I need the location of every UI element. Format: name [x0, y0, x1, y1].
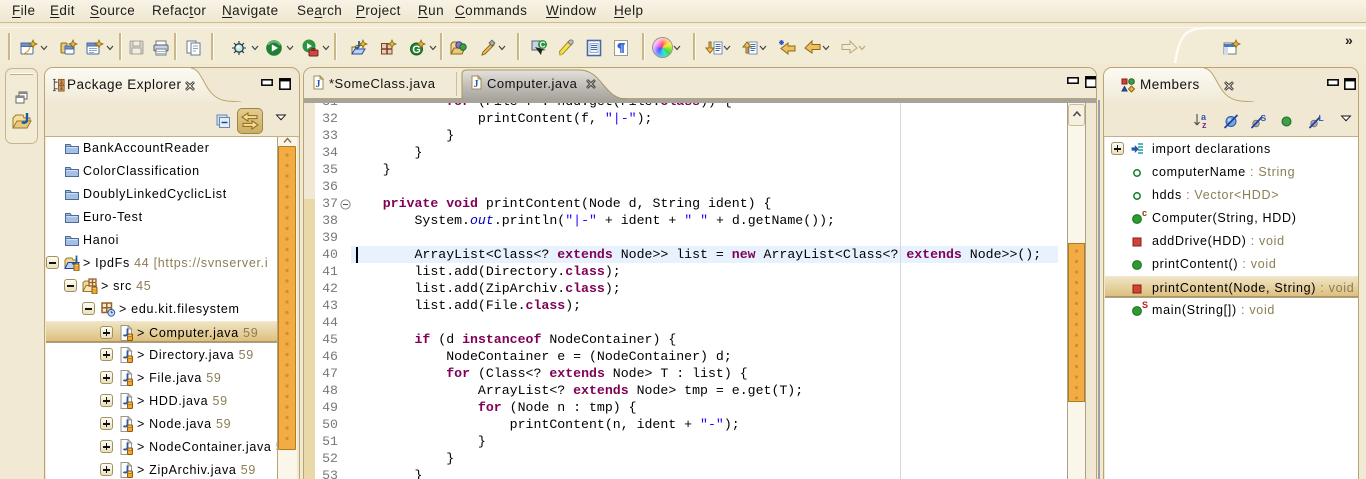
svg-text:z: z — [1202, 120, 1207, 130]
svg-text:J: J — [316, 79, 321, 90]
svg-text:G: G — [412, 44, 421, 56]
svg-text:L: L — [1319, 113, 1324, 123]
svg-text:S: S — [1261, 113, 1267, 123]
svg-text:J: J — [474, 79, 479, 90]
svg-text:C: C — [540, 41, 546, 50]
